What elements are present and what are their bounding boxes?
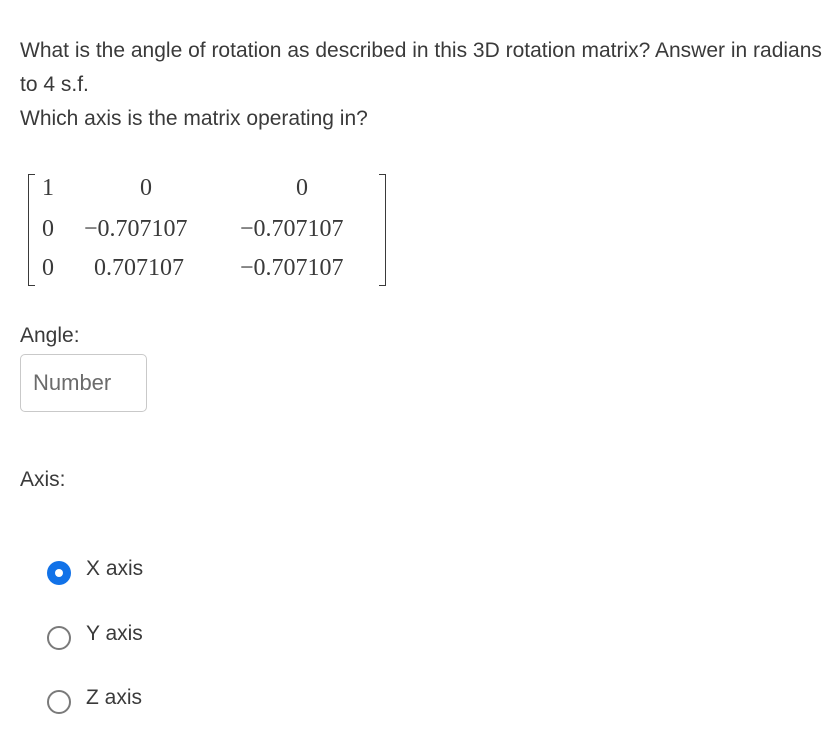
axis-option-y-label[interactable]: Y axis [86, 622, 143, 646]
matrix-left-bracket [28, 174, 35, 286]
matrix-cell-r2c2: −0.707107 [84, 216, 188, 242]
radio-y-axis[interactable] [47, 626, 71, 650]
question-line-axis: Which axis is the matrix operating in? [20, 107, 368, 130]
axis-label: Axis: [20, 468, 66, 491]
matrix-cell-r2c1: 0 [42, 216, 54, 242]
axis-option-z[interactable]: Z axis [47, 686, 142, 717]
axis-option-x[interactable]: X axis [47, 557, 143, 588]
rotation-matrix: 1 0 0 0 −0.707107 −0.707107 0 0.707107 −… [28, 172, 386, 288]
radio-x-axis[interactable] [47, 561, 71, 585]
radio-z-axis[interactable] [47, 690, 71, 714]
question-text: What is the angle of rotation as describ… [20, 34, 825, 136]
axis-option-y[interactable]: Y axis [47, 622, 143, 653]
matrix-cell-r3c1: 0 [42, 255, 54, 281]
angle-label: Angle: [20, 324, 80, 347]
question-line-angle: What is the angle of rotation as describ… [20, 39, 822, 96]
matrix-cell-r1c3: 0 [296, 175, 308, 201]
angle-number-input[interactable] [20, 354, 147, 412]
axis-option-z-label[interactable]: Z axis [86, 686, 142, 710]
axis-option-x-label[interactable]: X axis [86, 557, 143, 581]
matrix-cell-r3c2: 0.707107 [94, 255, 184, 281]
matrix-right-bracket [379, 174, 386, 286]
matrix-cell-r1c1: 1 [42, 175, 54, 201]
matrix-cell-r3c3: −0.707107 [240, 255, 344, 281]
matrix-cell-r2c3: −0.707107 [240, 216, 344, 242]
matrix-cell-r1c2: 0 [140, 175, 152, 201]
